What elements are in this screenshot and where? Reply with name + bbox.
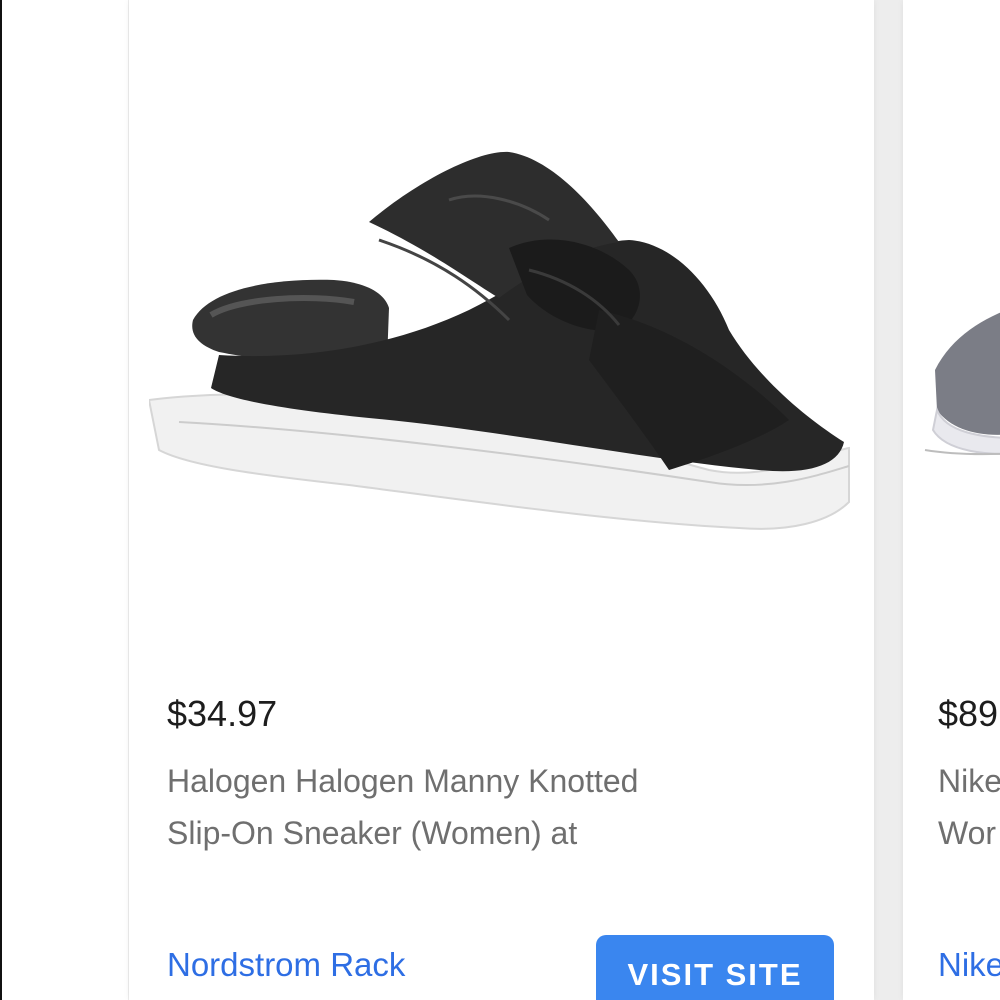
visit-site-button[interactable]: VISIT SITE: [596, 935, 834, 1000]
product-title-line: Halogen Halogen Manny Knotted: [167, 763, 639, 799]
product-title[interactable]: Nike Wor: [938, 755, 1000, 859]
previous-card-gutter: [2, 0, 128, 1000]
product-image-gray-sneaker[interactable]: [915, 290, 1000, 470]
store-link[interactable]: Nordstrom Rack: [167, 946, 405, 984]
product-card[interactable]: $89 Nike Wor Nike: [903, 0, 1000, 1000]
product-price: $89: [938, 693, 999, 734]
store-link[interactable]: Nike: [938, 946, 1000, 984]
product-price: $34.97: [167, 693, 278, 734]
product-title-line: Slip-On Sneaker (Women) at: [167, 815, 578, 851]
product-image-slip-on-sneaker[interactable]: [149, 130, 854, 560]
product-title-line: Wor: [938, 815, 997, 851]
product-title-line: Nike: [938, 763, 1000, 799]
product-title[interactable]: Halogen Halogen Manny Knotted Slip-On Sn…: [167, 755, 787, 859]
product-card[interactable]: $34.97 Halogen Halogen Manny Knotted Sli…: [129, 0, 874, 1000]
